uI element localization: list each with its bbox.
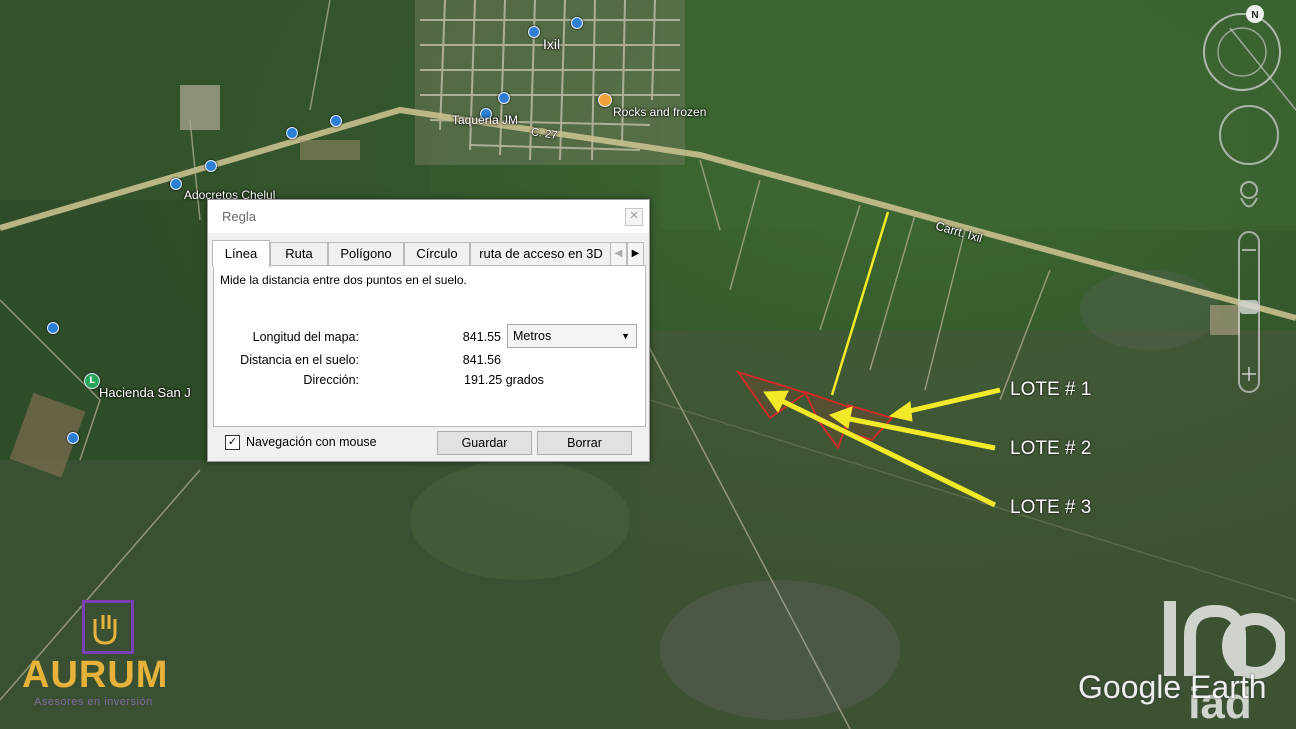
clear-button[interactable]: Borrar xyxy=(537,431,632,455)
place-pin-icon[interactable] xyxy=(571,17,583,29)
measurement-panel: Mide la distancia entre dos puntos en el… xyxy=(213,265,646,427)
dialog-title-bar[interactable]: Regla ✕ xyxy=(208,200,649,233)
town-label: Ixil xyxy=(543,36,561,52)
map-length-value: 841.55 xyxy=(462,330,501,344)
north-indicator: N xyxy=(1251,10,1258,21)
place-pin-icon[interactable] xyxy=(528,26,540,38)
save-button[interactable]: Guardar xyxy=(437,431,532,455)
navigation-controls[interactable]: N xyxy=(1200,0,1296,400)
park-pin-icon[interactable]: L xyxy=(84,373,100,389)
restaurant-pin-icon[interactable] xyxy=(598,93,612,107)
unit-selected-value: Metros xyxy=(513,329,552,343)
aurum-tagline: Asesores en inversión xyxy=(34,696,153,708)
heading-value: 191.25 grados xyxy=(464,373,544,387)
place-pin-icon[interactable] xyxy=(498,92,510,104)
aurum-logo-icon xyxy=(82,600,134,654)
dialog-title: Regla xyxy=(222,209,256,224)
ground-distance-value: 841.56 xyxy=(462,353,501,367)
lote-1-label: LOTE # 1 xyxy=(1010,379,1092,400)
ruler-dialog[interactable]: Regla ✕ Línea Ruta Polígono Círculo ruta… xyxy=(207,199,650,462)
tab-poligono[interactable]: Polígono xyxy=(328,242,404,265)
place-pin-icon[interactable] xyxy=(170,178,182,190)
tab-scroll-left-icon[interactable]: ◀ xyxy=(610,242,627,266)
place-pin-icon[interactable] xyxy=(67,432,79,444)
tab-ruta[interactable]: Ruta xyxy=(270,242,328,265)
tab-ruta-3d[interactable]: ruta de acceso en 3D xyxy=(470,242,612,265)
chevron-down-icon: ▼ xyxy=(621,331,630,341)
tab-scroll-right-icon[interactable]: ▶ xyxy=(627,242,644,266)
mouse-nav-label: Navegación con mouse xyxy=(246,435,377,449)
place-pin-icon[interactable] xyxy=(286,127,298,139)
unit-select[interactable]: Metros ▼ xyxy=(507,324,637,348)
ground-distance-label: Distancia en el suelo: xyxy=(240,353,359,367)
poi-label-taqueria: Taquería JM xyxy=(452,113,519,127)
lote-3-label: LOTE # 3 xyxy=(1010,497,1092,518)
place-pin-icon[interactable] xyxy=(330,115,342,127)
lote-2-label: LOTE # 2 xyxy=(1010,438,1092,459)
map-length-label: Longitud del mapa: xyxy=(252,330,359,344)
tab-linea[interactable]: Línea xyxy=(212,240,270,267)
map-viewport[interactable]: L Ixil Taquería JM Rocks and frozen Adoc… xyxy=(0,0,1296,729)
tab-bar: Línea Ruta Polígono Círculo ruta de acce… xyxy=(212,240,644,267)
aurum-brand-name: AURUM xyxy=(22,654,169,696)
close-icon[interactable]: ✕ xyxy=(625,208,643,226)
poi-label-hacienda: Hacienda San J xyxy=(99,385,191,400)
place-pin-icon[interactable] xyxy=(205,160,217,172)
google-earth-watermark: Google Earth xyxy=(1078,669,1267,705)
heading-label: Dirección: xyxy=(303,373,359,387)
tab-circulo[interactable]: Círculo xyxy=(404,242,470,265)
mouse-nav-checkbox[interactable]: ✓ xyxy=(225,435,240,450)
place-pin-icon[interactable] xyxy=(47,322,59,334)
poi-label-rocks: Rocks and frozen xyxy=(613,105,707,119)
measurement-description: Mide la distancia entre dos puntos en el… xyxy=(220,273,467,287)
